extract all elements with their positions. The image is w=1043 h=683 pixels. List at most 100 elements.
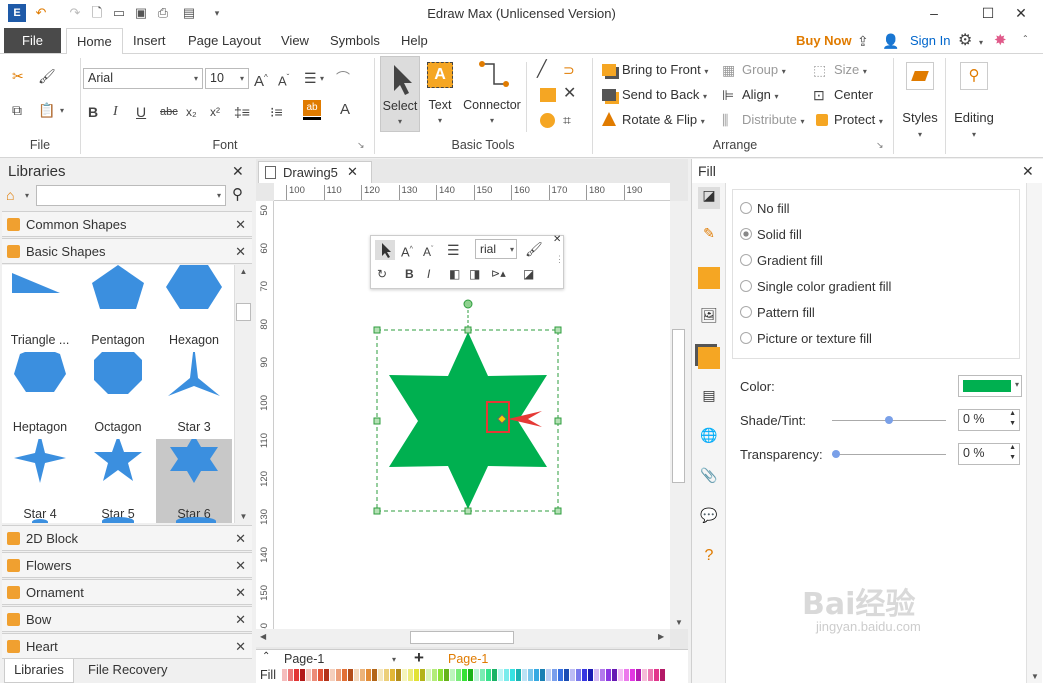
font-size-select[interactable]: 10 ▾ bbox=[205, 68, 249, 89]
color-picker[interactable]: ▾ bbox=[958, 375, 1022, 397]
arrange-dialog-launcher-icon[interactable]: ↘ bbox=[876, 140, 884, 151]
shrink-font-icon[interactable]: Aˇ bbox=[278, 68, 289, 91]
cross-icon[interactable]: ✕ bbox=[563, 84, 576, 104]
palette-swatch[interactable] bbox=[480, 669, 485, 681]
palette-swatch[interactable] bbox=[516, 669, 521, 681]
drawing-page[interactable]: A^ Aˇ ☰ rial ▾ 🖌 ✕ ↻ B I ◧ ◨ ⊳▴ ◪ ⋮ bbox=[274, 201, 670, 629]
tab-symbols[interactable]: Symbols bbox=[320, 28, 390, 54]
shadow-icon[interactable] bbox=[698, 347, 720, 369]
palette-swatch[interactable] bbox=[324, 669, 329, 681]
palette-swatch[interactable] bbox=[432, 669, 437, 681]
palette-swatch[interactable] bbox=[390, 669, 395, 681]
save-icon[interactable]: ▣ bbox=[132, 4, 150, 22]
tab-insert[interactable]: Insert bbox=[123, 28, 176, 54]
settings-icon[interactable]: ⚙ bbox=[958, 31, 972, 51]
distribute-button[interactable]: Distribute ▾ bbox=[742, 110, 805, 132]
palette-swatch[interactable] bbox=[450, 669, 455, 681]
shape-heptagon[interactable]: Heptagon bbox=[2, 346, 78, 439]
palette-swatch[interactable] bbox=[606, 669, 611, 681]
shape-star-4[interactable]: Star 4 bbox=[2, 433, 78, 523]
open-icon[interactable]: ▭ bbox=[110, 4, 128, 22]
color-palette[interactable] bbox=[282, 669, 688, 681]
palette-swatch[interactable] bbox=[402, 669, 407, 681]
fill-option-single-gradient[interactable]: Single color gradient fill bbox=[740, 279, 891, 294]
redo-icon[interactable]: ↷ bbox=[66, 4, 84, 22]
palette-swatch[interactable] bbox=[660, 669, 665, 681]
scroll-thumb[interactable] bbox=[236, 303, 251, 321]
font-name-select[interactable]: Arial ▾ bbox=[83, 68, 203, 89]
align-button[interactable]: Align ▾ bbox=[742, 85, 779, 107]
library-category[interactable]: Heart ✕ bbox=[2, 633, 252, 659]
buy-now-link[interactable]: Buy Now bbox=[796, 33, 852, 48]
library-category[interactable]: Flowers ✕ bbox=[2, 552, 252, 578]
print-icon[interactable]: ⎙ bbox=[154, 4, 172, 22]
transparency-slider[interactable] bbox=[832, 450, 946, 458]
shape-pentagon[interactable]: Pentagon bbox=[80, 265, 156, 352]
palette-swatch[interactable] bbox=[396, 669, 401, 681]
palette-swatch[interactable] bbox=[384, 669, 389, 681]
align-text-icon[interactable]: ☰ bbox=[304, 68, 317, 88]
ellipse-icon[interactable] bbox=[540, 113, 555, 128]
minimize-button[interactable]: – bbox=[912, 0, 956, 28]
shade-slider-knob[interactable] bbox=[885, 416, 893, 424]
palette-swatch[interactable] bbox=[522, 669, 527, 681]
bullets-icon[interactable]: ⁝≡ bbox=[270, 102, 283, 122]
close-icon[interactable]: ✕ bbox=[235, 634, 246, 659]
font-color-icon[interactable]: A bbox=[340, 100, 350, 120]
fill-option-none[interactable]: No fill bbox=[740, 201, 790, 216]
line-spacing-icon[interactable]: ‡≡ bbox=[234, 102, 250, 122]
palette-swatch[interactable] bbox=[414, 669, 419, 681]
editing-button[interactable]: ⚲ Editing ▾ bbox=[950, 58, 998, 150]
page-menu-icon[interactable]: ⌃ bbox=[262, 651, 270, 662]
library-category[interactable]: Bow ✕ bbox=[2, 606, 252, 632]
center-button[interactable]: Center bbox=[834, 85, 873, 105]
library-category[interactable]: 2D Block ✕ bbox=[2, 525, 252, 551]
close-icon[interactable]: ✕ bbox=[235, 607, 246, 632]
library-category[interactable]: Basic Shapes ✕ bbox=[2, 238, 252, 264]
palette-swatch[interactable] bbox=[282, 669, 287, 681]
shape-star-5[interactable]: Star 5 bbox=[80, 435, 156, 523]
collapse-ribbon-icon[interactable]: ⌃ bbox=[1022, 34, 1029, 43]
palette-swatch[interactable] bbox=[354, 669, 359, 681]
settings-dropdown-icon[interactable]: ▾ bbox=[979, 38, 983, 47]
shape-partial[interactable] bbox=[102, 517, 134, 523]
palette-swatch[interactable] bbox=[510, 669, 515, 681]
library-search-input[interactable]: ▾ bbox=[36, 185, 226, 206]
transparency-input[interactable]: 0 % ▲ ▼ bbox=[958, 443, 1020, 465]
palette-swatch[interactable] bbox=[498, 669, 503, 681]
bring-to-front-button[interactable]: Bring to Front ▾ bbox=[622, 60, 708, 82]
scroll-thumb[interactable] bbox=[410, 631, 514, 644]
text-direction-icon[interactable]: ⌒ bbox=[336, 68, 350, 88]
share-icon[interactable]: ⇪ bbox=[857, 31, 869, 51]
highlight-icon[interactable]: ab bbox=[303, 100, 321, 116]
palette-swatch[interactable] bbox=[444, 669, 449, 681]
palette-swatch[interactable] bbox=[654, 669, 659, 681]
library-category[interactable]: Ornament ✕ bbox=[2, 579, 252, 605]
tab-home[interactable]: Home bbox=[66, 28, 123, 55]
palette-swatch[interactable] bbox=[546, 669, 551, 681]
strikethrough-icon[interactable]: abc bbox=[160, 102, 178, 122]
fill-option-picture[interactable]: Picture or texture fill bbox=[740, 331, 872, 346]
attachment-icon[interactable]: 📎 bbox=[698, 467, 720, 489]
shape-star-3[interactable]: Star 3 bbox=[156, 344, 232, 439]
shape-partial[interactable] bbox=[32, 519, 48, 523]
palette-swatch[interactable] bbox=[360, 669, 365, 681]
select-tool-button[interactable]: Select ▾ bbox=[380, 56, 420, 132]
home-dropdown-icon[interactable]: ▾ bbox=[25, 191, 29, 200]
palette-swatch[interactable] bbox=[630, 669, 635, 681]
palette-swatch[interactable] bbox=[312, 669, 317, 681]
rotate-flip-button[interactable]: Rotate & Flip ▾ bbox=[622, 110, 705, 132]
crop-icon[interactable]: ⌗ bbox=[563, 110, 571, 130]
palette-swatch[interactable] bbox=[624, 669, 629, 681]
close-icon[interactable]: ✕ bbox=[235, 580, 246, 605]
panel-scrollbar[interactable]: ▼ bbox=[1026, 183, 1042, 683]
send-to-back-button[interactable]: Send to Back ▾ bbox=[622, 85, 707, 107]
shape-triangle[interactable]: Triangle ... bbox=[2, 265, 78, 352]
library-category[interactable]: Common Shapes ✕ bbox=[2, 211, 252, 237]
shape-octagon[interactable]: Octagon bbox=[80, 346, 156, 439]
palette-swatch[interactable] bbox=[600, 669, 605, 681]
shade-slider[interactable] bbox=[832, 416, 946, 424]
underline-icon[interactable]: U bbox=[136, 102, 146, 122]
palette-swatch[interactable] bbox=[486, 669, 491, 681]
customize-icon[interactable]: ▾ bbox=[208, 4, 226, 22]
